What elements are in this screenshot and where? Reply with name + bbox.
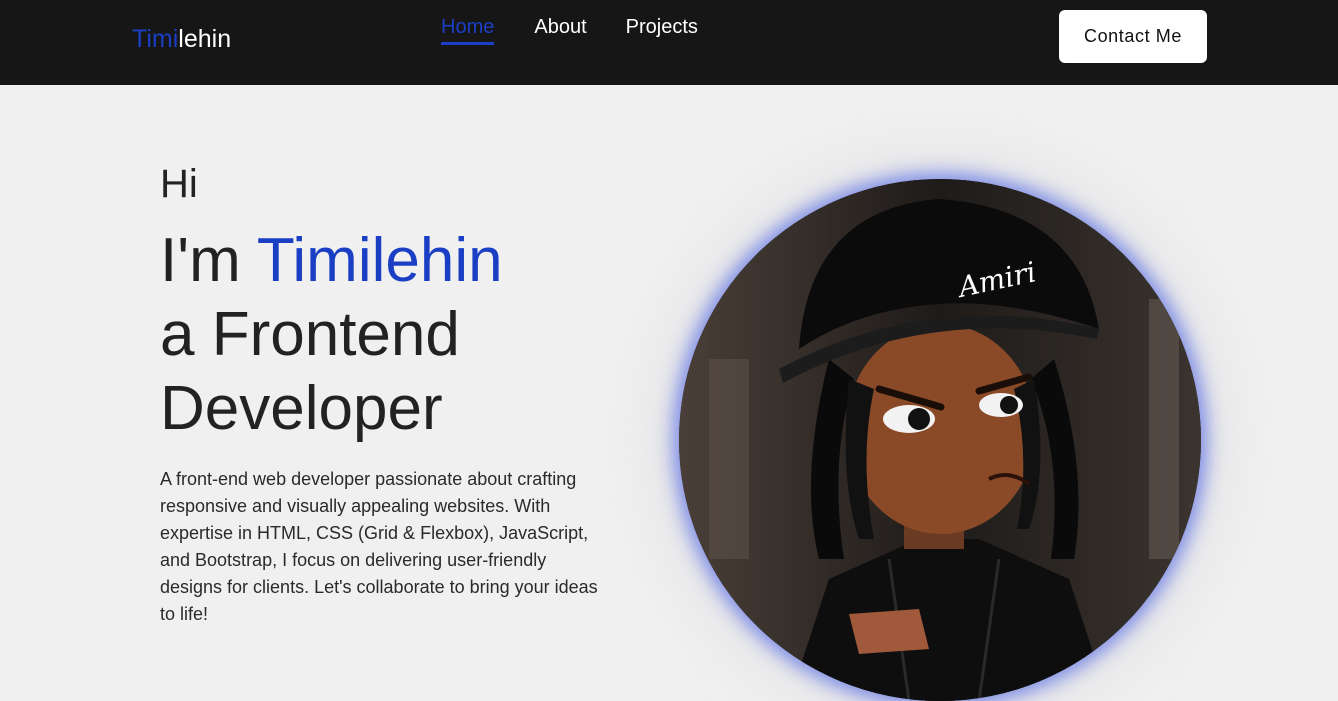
contact-me-button[interactable]: Contact Me (1059, 10, 1207, 63)
headline-line2: a Frontend (160, 300, 460, 369)
logo[interactable]: Timilehin (132, 25, 231, 53)
logo-rest: lehin (178, 25, 232, 53)
navbar: Timilehin Home About Projects Contact Me (0, 0, 1338, 85)
hero-headline: I'm Timilehin a Frontend Developer (160, 224, 600, 446)
avatar: Amiri (679, 179, 1201, 701)
headline-prefix: I'm (160, 226, 257, 295)
headline-name: Timilehin (256, 226, 503, 295)
nav-links: Home About Projects (441, 16, 698, 45)
nav-link-home[interactable]: Home (441, 16, 495, 45)
avatar-illustration: Amiri (679, 179, 1201, 701)
nav-link-projects[interactable]: Projects (626, 16, 698, 44)
hero-bio: A front-end web developer passionate abo… (160, 469, 598, 624)
logo-accent: Timi (132, 25, 179, 53)
headline-line3: Developer (160, 374, 443, 443)
hero-greeting: Hi (160, 162, 198, 206)
nav-link-about[interactable]: About (534, 16, 586, 44)
hero-section: Hi I'm Timilehin a Frontend Developer A … (160, 160, 600, 624)
